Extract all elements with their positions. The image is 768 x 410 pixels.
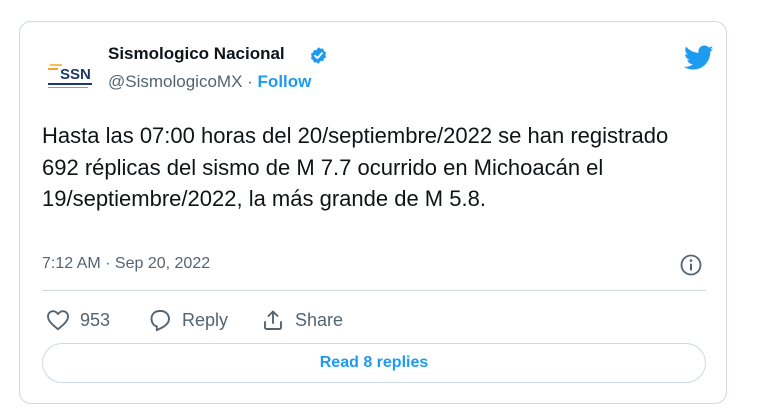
like-button[interactable]: 953 xyxy=(46,305,110,335)
reply-button[interactable]: Reply xyxy=(148,305,228,335)
likes-count: 953 xyxy=(80,309,111,330)
share-button[interactable]: Share xyxy=(261,305,343,335)
tweet-text: Hasta las 07:00 horas del 20/septiembre/… xyxy=(42,123,669,211)
heart-icon xyxy=(47,310,69,331)
author-name[interactable]: Sismologico Nacional xyxy=(108,44,285,64)
avatar-logo-text: SSN xyxy=(60,66,91,83)
share-label: Share xyxy=(295,309,344,330)
tweet-timestamp[interactable]: 7:12 AM · Sep 20, 2022 xyxy=(42,255,210,273)
reply-label: Reply xyxy=(182,309,229,330)
ssn-logo-icon: SSN xyxy=(44,48,96,100)
handle-line: @SismologicoMX · Follow xyxy=(108,72,311,92)
twitter-bird-icon[interactable] xyxy=(684,45,714,71)
verified-badge-icon xyxy=(310,47,327,64)
read-replies-button[interactable]: Read 8 replies xyxy=(42,343,706,383)
follow-button[interactable]: Follow xyxy=(258,72,312,91)
tweet-card: SSN Sismologico Nacional @SismologicoMX … xyxy=(19,21,727,404)
handle-separator: · xyxy=(247,72,253,91)
reply-icon xyxy=(150,310,170,332)
divider xyxy=(42,290,706,291)
author-handle[interactable]: @SismologicoMX xyxy=(108,72,242,91)
info-icon[interactable] xyxy=(679,253,703,277)
avatar[interactable]: SSN xyxy=(44,48,96,100)
share-icon xyxy=(264,310,282,330)
